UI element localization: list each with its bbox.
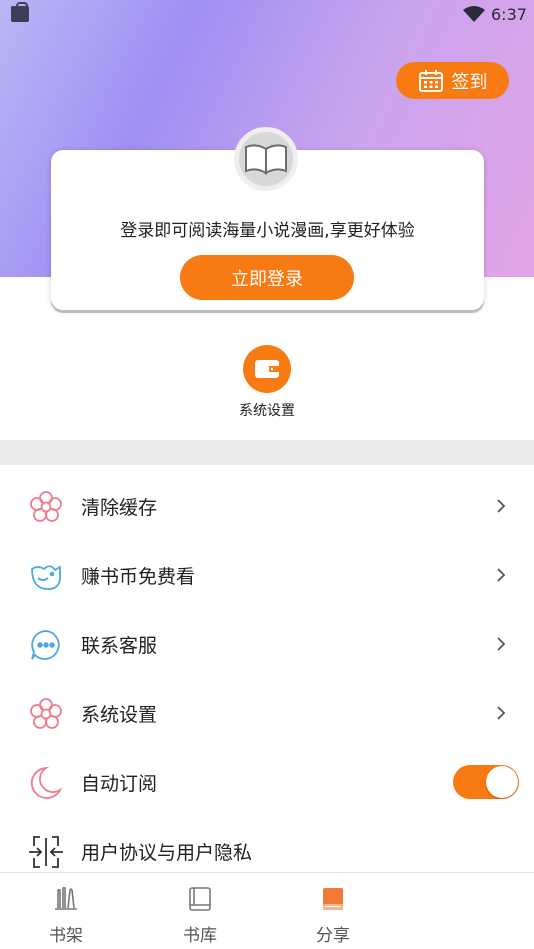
chevron-right-icon [497,568,506,582]
flower-icon [28,696,64,732]
tab-bookshelf[interactable]: 书架 [21,873,111,949]
expand-icon [28,834,64,870]
menu-item-contact-support[interactable]: 联系客服 [0,610,534,679]
wifi-icon [463,6,485,22]
bottom-tab-bar: 书架 书库 分享 [0,872,534,949]
book-avatar[interactable] [234,127,298,191]
menu-item-label: 自动订阅 [81,773,158,795]
flower-icon [28,489,64,525]
login-button[interactable]: 立即登录 [180,255,354,300]
menu-item-label: 清除缓存 [81,497,158,519]
checkin-button[interactable]: 签到 [396,62,509,99]
moon-icon [28,765,64,801]
menu-item-label: 用户协议与用户隐私 [81,842,253,864]
menu-item-label: 系统设置 [81,704,158,726]
shopping-bag-icon [11,2,29,22]
login-prompt: 登录即可阅读海量小说漫画,享更好体验 [120,221,415,241]
tab-label: 书架 [49,926,83,946]
section-divider [0,440,534,465]
menu-item-auto-subscribe: 自动订阅 [0,748,534,817]
tab-share[interactable]: 分享 [288,873,378,949]
chat-bubble-icon [28,627,64,663]
book-library-icon [189,887,211,911]
quick-action-label: 系统设置 [239,403,295,419]
menu-item-label: 联系客服 [81,635,158,657]
wallet-icon [243,345,291,393]
menu-item-system-settings[interactable]: 系统设置 [0,679,534,748]
tab-label: 书库 [183,926,217,946]
menu-item-label: 赚书币免费看 [81,566,196,588]
auto-subscribe-toggle[interactable] [453,765,519,799]
status-bar: 6:37 [0,0,534,30]
quick-action-system-settings[interactable]: 系统设置 [225,345,309,420]
tab-label: 分享 [316,926,350,946]
toggle-knob [486,766,518,798]
status-time: 6:37 [491,5,527,24]
menu-item-earn-coins[interactable]: 赚书币免费看 [0,541,534,610]
bookshelf-icon [55,886,77,910]
chevron-right-icon [497,706,506,720]
calendar-icon [418,69,443,92]
open-book-icon [245,144,287,175]
settings-menu: 清除缓存 赚书币免费看 联系客服 系统设置 自动订阅 用户协议与用户隐私 [0,472,534,886]
checkin-label: 签到 [451,71,488,93]
tab-library[interactable]: 书库 [155,873,245,949]
menu-item-clear-cache[interactable]: 清除缓存 [0,472,534,541]
bird-icon [28,558,64,594]
share-book-icon [323,888,343,910]
chevron-right-icon [497,637,506,651]
chevron-right-icon [497,499,506,513]
